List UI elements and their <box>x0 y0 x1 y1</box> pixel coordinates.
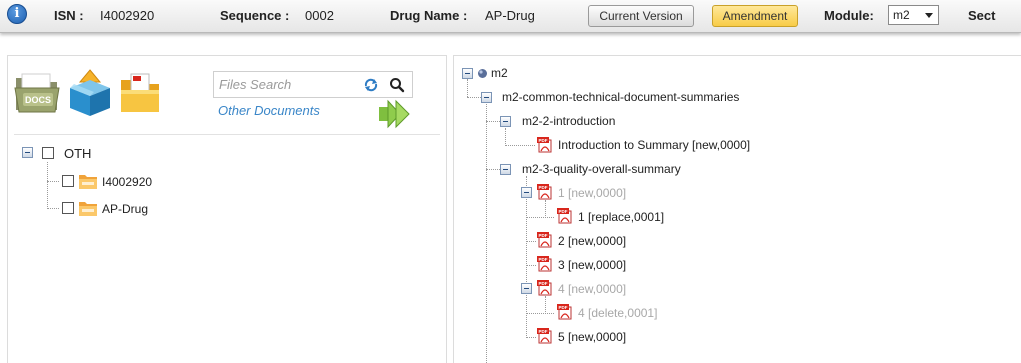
section-label: Sect <box>968 8 996 23</box>
tree-connector <box>505 128 506 146</box>
tree-connector <box>47 208 59 209</box>
tree-node-drug[interactable]: AP-Drug <box>102 202 148 216</box>
tree-connector <box>467 79 468 97</box>
tree-connector <box>47 162 48 209</box>
chevron-down-icon <box>925 13 933 18</box>
folder-icon <box>79 202 97 216</box>
tree-node-item[interactable]: 3 [new,0000] <box>558 258 626 272</box>
pdf-file-icon: PDF <box>537 328 552 344</box>
tree-connector <box>526 241 536 242</box>
tree-collapse-toggle[interactable] <box>22 147 33 158</box>
tree-collapse-toggle[interactable] <box>521 187 532 198</box>
module-node-icon <box>478 69 487 78</box>
docs-badge-text: DOCS <box>25 95 51 105</box>
svg-text:PDF: PDF <box>539 257 548 262</box>
sequence-label: Sequence : <box>220 8 290 23</box>
double-arrow-right-icon[interactable] <box>378 99 412 129</box>
pdf-folder-icon[interactable] <box>119 72 161 114</box>
tree-node-item[interactable]: 1 [new,0000] <box>558 186 626 200</box>
module-select[interactable]: m2 <box>888 5 939 25</box>
tree-connector <box>526 313 554 314</box>
pdf-file-icon: PDF <box>537 137 552 153</box>
tree-node-oth[interactable]: OTH <box>64 146 91 161</box>
tree-checkbox-oth[interactable] <box>42 147 54 159</box>
files-search-input[interactable] <box>215 73 355 96</box>
tree-node-m2-2-introduction[interactable]: m2-2-introduction <box>522 114 615 128</box>
pdf-file-icon: PDF <box>537 256 552 272</box>
docs-folder-icon[interactable]: DOCS <box>13 68 61 116</box>
svg-text:PDF: PDF <box>539 329 548 334</box>
drug-name-label: Drug Name : <box>390 8 468 23</box>
tree-connector <box>526 217 554 218</box>
tree-connector <box>505 145 535 146</box>
left-panel-separator <box>14 134 440 135</box>
tree-checkbox-isn[interactable] <box>62 175 74 187</box>
other-documents-link[interactable]: Other Documents <box>218 103 320 118</box>
files-search-box <box>213 71 413 98</box>
tree-checkbox-drug[interactable] <box>62 202 74 214</box>
isn-label: ISN : <box>54 8 84 23</box>
tree-node-item[interactable]: 1 [replace,0001] <box>578 210 664 224</box>
info-icon[interactable]: i <box>7 4 27 24</box>
tree-connector <box>486 169 500 170</box>
upload-box-icon[interactable] <box>66 68 114 118</box>
isn-value: I4002920 <box>100 8 155 23</box>
svg-text:PDF: PDF <box>559 305 568 310</box>
tree-connector <box>467 97 481 98</box>
tree-node-item[interactable]: 4 [delete,0001] <box>578 306 657 320</box>
tree-connector <box>486 104 487 363</box>
amendment-button[interactable]: Amendment <box>712 5 798 27</box>
refresh-icon[interactable] <box>363 77 379 93</box>
current-version-button[interactable]: Current Version <box>588 5 694 27</box>
tree-connector <box>486 121 500 122</box>
pdf-file-icon: PDF <box>537 232 552 248</box>
drug-name-value: AP-Drug <box>485 8 535 23</box>
pdf-file-icon: PDF <box>537 184 552 200</box>
tree-collapse-toggle[interactable] <box>500 116 511 127</box>
pdf-file-icon: PDF <box>537 280 552 296</box>
tree-node-introduction-summary[interactable]: Introduction to Summary [new,0000] <box>558 138 750 152</box>
tree-node-item[interactable]: 5 [new,0000] <box>558 330 626 344</box>
module-select-value: m2 <box>893 8 910 22</box>
tree-connector <box>545 296 546 314</box>
header-bar: i ISN : I4002920 Sequence : 0002 Drug Na… <box>0 0 1021 33</box>
tree-collapse-toggle[interactable] <box>462 68 473 79</box>
svg-text:PDF: PDF <box>559 209 568 214</box>
folder-icon <box>79 175 97 189</box>
module-label: Module: <box>824 8 874 23</box>
svg-text:PDF: PDF <box>539 281 548 286</box>
pdf-file-icon: PDF <box>557 208 572 224</box>
tree-node-item[interactable]: 4 [new,0000] <box>558 282 626 296</box>
tree-connector <box>526 265 536 266</box>
tree-collapse-toggle[interactable] <box>481 92 492 103</box>
tree-collapse-toggle[interactable] <box>500 164 511 175</box>
svg-text:PDF: PDF <box>539 233 548 238</box>
search-icon[interactable] <box>389 77 405 93</box>
tree-collapse-toggle[interactable] <box>521 283 532 294</box>
tree-connector <box>545 200 546 218</box>
tree-node-item[interactable]: 2 [new,0000] <box>558 234 626 248</box>
tree-node-ctd-summaries[interactable]: m2-common-technical-document-summaries <box>502 90 739 104</box>
tree-node-m2-3-quality[interactable]: m2-3-quality-overall-summary <box>522 162 681 176</box>
tree-connector <box>47 181 59 182</box>
tree-node-isn[interactable]: I4002920 <box>102 175 152 189</box>
tree-connector <box>526 337 536 338</box>
tree-node-m2[interactable]: m2 <box>491 66 508 80</box>
svg-text:PDF: PDF <box>539 138 548 143</box>
sequence-value: 0002 <box>305 8 334 23</box>
pdf-file-icon: PDF <box>557 304 572 320</box>
svg-text:PDF: PDF <box>539 185 548 190</box>
